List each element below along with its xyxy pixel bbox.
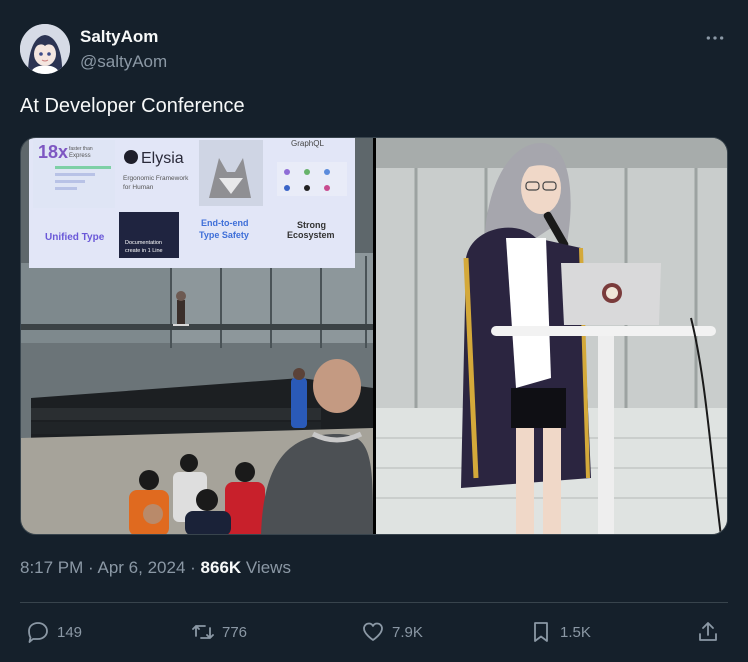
more-icon	[706, 36, 724, 40]
speaker-image	[376, 138, 727, 534]
bookmark-icon	[534, 622, 548, 642]
meta-separator: ·	[88, 558, 98, 577]
tweet-date[interactable]: Apr 6, 2024	[98, 558, 186, 577]
tweet: SaltyAom @saltyAom At Developer Conferen…	[0, 0, 748, 662]
tweet-text: At Developer Conference	[20, 95, 245, 117]
slide-type-safety-1: End-to-end	[201, 218, 249, 228]
reply-button[interactable]: 149	[26, 619, 82, 645]
like-button[interactable]: 7.9K	[361, 619, 423, 645]
bookmark-count: 1.5K	[560, 623, 591, 641]
reply-count: 149	[57, 623, 83, 641]
slide-speed-caption-2: Express	[69, 153, 91, 159]
share-button[interactable]	[696, 619, 727, 645]
tweet-meta: 8:17 PM · Apr 6, 2024 · 866K Views	[20, 558, 291, 578]
slide-tagline-1: Ergonomic Framework	[123, 175, 189, 182]
slide-ecosystem-1: Strong	[297, 220, 326, 230]
more-button[interactable]	[700, 26, 730, 50]
slide-ecosystem-2: Ecosystem	[287, 230, 335, 240]
media-grid: 18x faster than Express Elysia Ergonomic…	[20, 137, 728, 535]
retweet-button[interactable]: 776	[191, 619, 247, 645]
avatar-image	[20, 24, 70, 74]
slide-graphql: GraphQL	[291, 139, 324, 148]
retweet-icon	[192, 625, 214, 639]
meta-separator: ·	[190, 558, 201, 577]
author-display-name[interactable]: SaltyAom	[80, 27, 158, 47]
like-count: 7.9K	[392, 623, 423, 641]
avatar[interactable]	[20, 24, 70, 74]
bookmark-button[interactable]: 1.5K	[529, 619, 591, 645]
slide-speed-caption-1: faster than	[69, 146, 93, 152]
slide-brand: Elysia	[141, 150, 184, 167]
views-count: 866K	[200, 558, 242, 577]
author-handle[interactable]: @saltyAom	[80, 52, 167, 72]
retweet-count: 776	[222, 623, 248, 641]
divider	[20, 602, 728, 603]
slide-docs-2: create in 1 Line	[125, 248, 163, 254]
heart-icon	[363, 622, 383, 641]
speaker-photo[interactable]	[376, 138, 727, 534]
slide-tagline-2: for Human	[123, 184, 154, 191]
share-icon	[699, 622, 717, 641]
reply-icon	[28, 622, 48, 643]
tweet-time[interactable]: 8:17 PM	[20, 558, 83, 577]
slide-docs-1: Documentation	[125, 240, 162, 246]
slide-type-safety-2: Type Safety	[199, 230, 249, 240]
slide-unified-type: Unified Type	[45, 232, 105, 243]
slide-speed-number: 18x	[38, 142, 68, 162]
conference-hall-image: 18x faster than Express Elysia Ergonomic…	[21, 138, 373, 534]
conference-hall-photo[interactable]: 18x faster than Express Elysia Ergonomic…	[21, 138, 373, 534]
views-label: Views	[245, 558, 291, 577]
